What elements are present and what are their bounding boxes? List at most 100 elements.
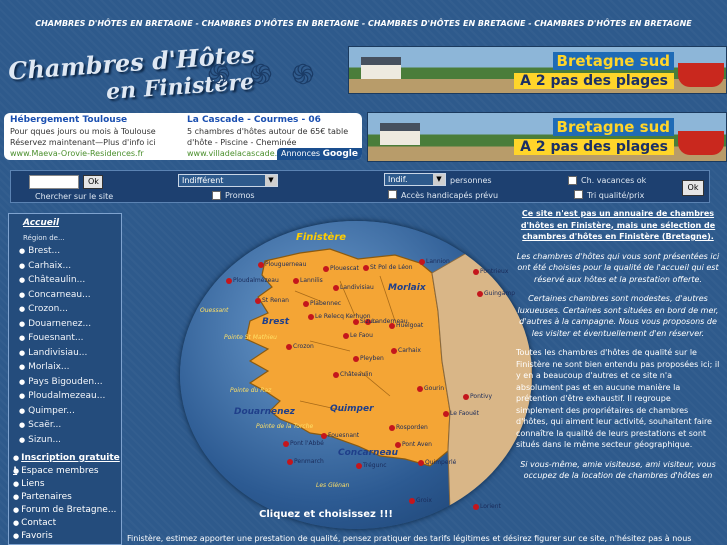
map-town[interactable]: Crozon bbox=[293, 343, 314, 350]
map-marker[interactable] bbox=[473, 269, 479, 275]
map-marker[interactable] bbox=[321, 433, 327, 439]
map-marker[interactable] bbox=[286, 344, 292, 350]
map-town[interactable]: Lannion bbox=[426, 258, 450, 265]
map-town-major[interactable]: Quimper bbox=[330, 404, 374, 414]
map-marker[interactable] bbox=[255, 298, 261, 304]
banner-bretagne-sud-top[interactable]: Bretagne sud A 2 pas des plages bbox=[348, 46, 727, 94]
map-marker[interactable] bbox=[293, 278, 299, 284]
sidebar-link[interactable]: ● Liens bbox=[9, 478, 121, 491]
map-marker[interactable] bbox=[409, 498, 415, 504]
map-town[interactable]: Carhaix bbox=[398, 347, 421, 354]
site-search-input[interactable] bbox=[29, 175, 79, 189]
map-town[interactable]: St Renan bbox=[262, 297, 289, 304]
map-marker[interactable] bbox=[389, 425, 395, 431]
map-town-major[interactable]: Brest bbox=[262, 317, 289, 327]
sidebar-link[interactable]: ● Forum de Bretagne... bbox=[9, 504, 121, 517]
map-town[interactable]: Lorient bbox=[480, 503, 501, 510]
map-marker[interactable] bbox=[333, 285, 339, 291]
ad-title[interactable]: Hébergement Toulouse bbox=[10, 115, 182, 126]
map-town[interactable]: Rosporden bbox=[396, 424, 428, 431]
map-marker[interactable] bbox=[343, 333, 349, 339]
map-town[interactable]: St Pol de Léon bbox=[370, 264, 413, 271]
map-town[interactable]: Plabennec bbox=[310, 300, 341, 307]
banner-bretagne-sud-bottom[interactable]: Bretagne sud A 2 pas des plages bbox=[367, 112, 727, 162]
vacances-checkbox[interactable] bbox=[568, 176, 577, 185]
sidebar-item-region[interactable]: ● Scaër... bbox=[9, 418, 121, 433]
map-marker[interactable] bbox=[356, 463, 362, 469]
map-marker[interactable] bbox=[477, 291, 483, 297]
map-marker[interactable] bbox=[226, 278, 232, 284]
map-town[interactable]: Le Faou bbox=[350, 332, 373, 339]
ad-title[interactable]: La Cascade - Courmes - 06 bbox=[187, 115, 359, 126]
map-town[interactable]: Trégunc bbox=[363, 462, 387, 469]
intro-link[interactable]: Ce site n'est pas un annuaire de chambre… bbox=[516, 208, 720, 243]
sidebar-item-region[interactable]: ● Morlaix... bbox=[9, 360, 121, 375]
map-town[interactable]: Plouguerneau bbox=[265, 261, 306, 268]
map-town[interactable]: Quimperlé bbox=[425, 459, 456, 466]
map-town-major[interactable]: Douarnenez bbox=[234, 407, 295, 417]
map-town[interactable]: Plouescat bbox=[330, 265, 359, 272]
map-town[interactable]: Huelgoat bbox=[396, 322, 423, 329]
promos-checkbox[interactable] bbox=[212, 191, 221, 200]
map-marker[interactable] bbox=[333, 372, 339, 378]
site-logo[interactable]: Chambres d'Hôtes en Finistère ֍ ֍ ֍ bbox=[6, 39, 336, 108]
map-town[interactable]: Fouesnant bbox=[328, 432, 359, 439]
sidebar-item-region[interactable]: ● Châteaulin... bbox=[9, 273, 121, 288]
map-marker[interactable] bbox=[323, 266, 329, 272]
sidebar-item-region[interactable]: ● Fouesnant... bbox=[9, 331, 121, 346]
map-town[interactable]: Guingamp bbox=[484, 290, 515, 297]
map-marker[interactable] bbox=[353, 356, 359, 362]
map-town[interactable]: Le Faouët bbox=[450, 410, 479, 417]
search-ok-button[interactable]: Ok bbox=[682, 180, 704, 196]
map-town-major[interactable]: Concarneau bbox=[338, 448, 398, 458]
ad-url[interactable]: www.Maeva-Orovie-Residences.fr bbox=[10, 148, 182, 159]
sidebar-item-region[interactable]: ● Pays Bigouden... bbox=[9, 375, 121, 390]
map-marker[interactable] bbox=[258, 262, 264, 268]
sidebar-link[interactable]: ● Contact bbox=[9, 517, 121, 530]
map-town[interactable]: Pont l'Abbé bbox=[290, 440, 324, 447]
map-town[interactable]: Groix bbox=[416, 497, 432, 504]
map-marker[interactable] bbox=[418, 460, 424, 466]
sidebar-item-region[interactable]: ● Brest... bbox=[9, 244, 121, 259]
map-town[interactable]: Sizun bbox=[360, 318, 376, 325]
map-town[interactable]: Landivisiau bbox=[340, 284, 374, 291]
sidebar-item-region[interactable]: ● Carhaix... bbox=[9, 259, 121, 274]
sidebar-item-region[interactable]: ● Landivisiau... bbox=[9, 346, 121, 361]
map-marker[interactable] bbox=[283, 441, 289, 447]
sidebar-item-region[interactable]: ● Ploudalmezeau... bbox=[9, 389, 121, 404]
sidebar-link[interactable]: ● Partenaires bbox=[9, 491, 121, 504]
map-marker[interactable] bbox=[395, 442, 401, 448]
site-search-ok-button[interactable]: Ok bbox=[83, 175, 103, 189]
map-marker[interactable] bbox=[419, 259, 425, 265]
ad-left[interactable]: Hébergement Toulouse Pour qques jours ou… bbox=[10, 115, 182, 159]
sidebar-item-region[interactable]: ● Douarnenez... bbox=[9, 317, 121, 332]
persons-select[interactable]: Indif. ▼ bbox=[384, 173, 446, 186]
map-town[interactable]: Pleyben bbox=[360, 355, 384, 362]
map-town[interactable]: Pontrieux bbox=[480, 268, 508, 275]
sidebar-item-region[interactable]: ● Crozon... bbox=[9, 302, 121, 317]
sidebar-link[interactable]: ● Inscription gratuite ! bbox=[9, 452, 121, 476]
sidebar-item-region[interactable]: ● Concarneau... bbox=[9, 288, 121, 303]
map-marker[interactable] bbox=[463, 394, 469, 400]
map-marker[interactable] bbox=[389, 323, 395, 329]
map-town[interactable]: Châteaulin bbox=[340, 371, 372, 378]
map-marker[interactable] bbox=[303, 301, 309, 307]
map-town[interactable]: Penmarch bbox=[294, 458, 324, 465]
map-marker[interactable] bbox=[417, 386, 423, 392]
map-marker[interactable] bbox=[473, 504, 479, 510]
sidebar-item-region[interactable]: ● Sizun... bbox=[9, 433, 121, 448]
map-town[interactable]: Ploudalmézeau bbox=[233, 277, 279, 284]
sidebar-item-region[interactable]: ● Quimper... bbox=[9, 404, 121, 419]
map-town[interactable]: Lannilis bbox=[300, 277, 323, 284]
map-town[interactable]: Gourin bbox=[424, 385, 444, 392]
sidebar-link[interactable]: ● Espace membres bbox=[9, 465, 121, 478]
map-marker[interactable] bbox=[287, 459, 293, 465]
ads-by-google[interactable]: Annonces Google bbox=[276, 148, 362, 160]
map-marker[interactable] bbox=[363, 265, 369, 271]
map-town-major[interactable]: Morlaix bbox=[388, 283, 426, 293]
map-marker[interactable] bbox=[308, 314, 314, 320]
sidebar-home-link[interactable]: Accueil bbox=[23, 218, 59, 228]
commune-select[interactable]: Indifférent ▼ bbox=[178, 174, 278, 187]
map-town[interactable]: Pont Aven bbox=[402, 441, 432, 448]
handicap-checkbox[interactable] bbox=[388, 190, 397, 199]
